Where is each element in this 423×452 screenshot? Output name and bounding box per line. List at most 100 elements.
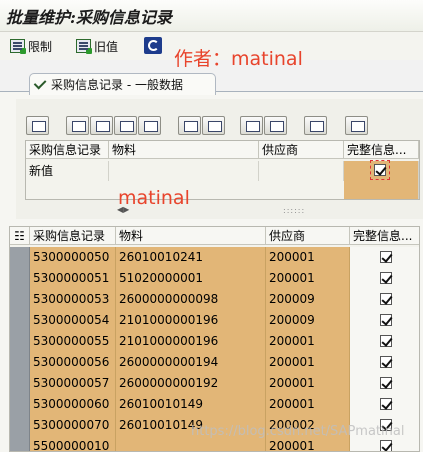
material-cell[interactable]: 26010010241 xyxy=(116,247,266,268)
new-value-grid: 采购信息记录 物料 供应商 完整信息... 新值 xyxy=(25,140,420,200)
row-selector[interactable] xyxy=(10,394,30,415)
complete-cell xyxy=(350,331,419,352)
table-row[interactable]: 5300000050 26010010241 200001 xyxy=(10,247,419,268)
row-selector[interactable] xyxy=(10,352,30,373)
row-selector[interactable] xyxy=(10,310,30,331)
new-value-vendor-cell[interactable] xyxy=(259,161,344,181)
delete-row-button[interactable] xyxy=(114,116,137,135)
complete-checkbox[interactable] xyxy=(380,377,392,389)
table-row[interactable]: 5300000053 2600000000098 200009 xyxy=(10,289,419,310)
vendor-cell[interactable]: 200009 xyxy=(266,289,350,310)
material-cell[interactable]: 26010010149 xyxy=(116,394,266,415)
vendor-cell[interactable]: 200001 xyxy=(266,268,350,289)
table-row[interactable]: 5300000054 2101000000196 200009 xyxy=(10,310,419,331)
splitter-handle[interactable]: :::::: xyxy=(283,206,305,215)
complete-cell xyxy=(350,310,419,331)
vendor-cell[interactable]: 200001 xyxy=(266,331,350,352)
record-cell[interactable]: 5300000053 xyxy=(30,289,116,310)
details-button[interactable] xyxy=(26,116,49,135)
title-bar: 批量维护:采购信息记录 xyxy=(0,0,423,32)
material-cell[interactable]: 2600000000194 xyxy=(116,352,266,373)
limit-button[interactable]: 限制 xyxy=(10,37,52,55)
select-all-button[interactable] xyxy=(178,116,201,135)
old-value-button-label: 旧值 xyxy=(94,39,119,54)
complete-checkbox[interactable] xyxy=(380,398,392,410)
new-value-record-cell: 新值 xyxy=(26,161,109,181)
vendor-cell[interactable]: 200009 xyxy=(266,310,350,331)
vendor-cell[interactable]: 200001 xyxy=(266,247,350,268)
append-row-button[interactable] xyxy=(138,116,161,135)
filter-button[interactable] xyxy=(264,116,287,135)
refresh-icon[interactable] xyxy=(144,37,162,54)
new-value-complete-checkbox[interactable] xyxy=(374,164,386,176)
record-cell[interactable]: 5500000010 xyxy=(30,436,116,451)
row-selector[interactable] xyxy=(10,331,30,352)
complete-checkbox[interactable] xyxy=(380,272,392,284)
row-selector[interactable] xyxy=(10,373,30,394)
insert-row-button[interactable] xyxy=(90,116,113,135)
row-selector[interactable] xyxy=(10,247,30,268)
complete-checkbox[interactable] xyxy=(380,440,392,451)
tab-general-data[interactable]: 采购信息记录 - 一般数据 xyxy=(29,73,216,95)
record-cell[interactable]: 5300000060 xyxy=(30,394,116,415)
sort-button[interactable] xyxy=(240,116,263,135)
table-row[interactable]: 5300000060 26010010149 200001 xyxy=(10,394,419,415)
limit-button-label: 限制 xyxy=(28,39,53,54)
complete-checkbox[interactable] xyxy=(380,335,392,347)
old-value-button[interactable]: 旧值 xyxy=(76,37,118,55)
undo-button[interactable] xyxy=(202,116,225,135)
grid-header-complete[interactable]: 完整信息... xyxy=(350,227,419,245)
tab-label: 采购信息记录 - 一般数据 xyxy=(51,78,183,92)
material-cell[interactable]: 2101000000196 xyxy=(116,331,266,352)
complete-cell xyxy=(350,352,419,373)
row-selector[interactable] xyxy=(10,289,30,310)
complete-cell xyxy=(350,268,419,289)
record-cell[interactable]: 5300000055 xyxy=(30,331,116,352)
grid-header-material[interactable]: 物料 xyxy=(116,227,266,245)
vendor-cell[interactable]: 200001 xyxy=(266,373,350,394)
material-cell[interactable]: 51020000001 xyxy=(116,268,266,289)
print-button[interactable] xyxy=(345,116,368,135)
record-cell[interactable]: 5300000057 xyxy=(30,373,116,394)
grid-header-vendor[interactable]: 供应商 xyxy=(266,227,350,245)
scroll-arrows[interactable]: ◀▶ xyxy=(117,205,129,214)
vendor-cell[interactable]: 200001 xyxy=(266,352,350,373)
record-cell[interactable]: 5300000051 xyxy=(30,268,116,289)
complete-cell xyxy=(350,373,419,394)
grid-menu-icon[interactable]: ☷ xyxy=(10,227,30,245)
url-watermark: https://blog.csdn.net/SAPmatinal xyxy=(191,424,405,439)
column-header-record[interactable]: 采购信息记录 xyxy=(26,141,109,159)
info-records-grid: ☷ 采购信息记录 物料 供应商 完整信息... 5300000050 260100… xyxy=(9,226,420,452)
complete-checkbox[interactable] xyxy=(380,251,392,263)
row-selector[interactable] xyxy=(10,268,30,289)
sum-button[interactable] xyxy=(304,116,327,135)
complete-checkbox[interactable] xyxy=(380,356,392,368)
grid-header-record[interactable]: 采购信息记录 xyxy=(30,227,116,245)
copy-row-button[interactable] xyxy=(66,116,89,135)
record-cell[interactable]: 5300000054 xyxy=(30,310,116,331)
new-value-material-cell[interactable] xyxy=(109,161,259,181)
column-header-material[interactable]: 物料 xyxy=(109,141,259,159)
record-cell[interactable]: 5300000056 xyxy=(30,352,116,373)
table-row[interactable]: 5300000056 2600000000194 200001 xyxy=(10,352,419,373)
material-cell[interactable]: 2600000000192 xyxy=(116,373,266,394)
author-watermark: 作者：matinal xyxy=(174,48,303,70)
material-cell[interactable]: 2101000000196 xyxy=(116,310,266,331)
check-icon xyxy=(33,76,47,90)
complete-checkbox[interactable] xyxy=(380,314,392,326)
row-selector[interactable] xyxy=(10,415,30,436)
table-row[interactable]: 5300000057 2600000000192 200001 xyxy=(10,373,419,394)
material-cell[interactable]: 2600000000098 xyxy=(116,289,266,310)
complete-cell xyxy=(350,247,419,268)
vendor-cell[interactable]: 200001 xyxy=(266,394,350,415)
column-header-complete[interactable]: 完整信息... xyxy=(344,141,419,159)
complete-cell xyxy=(350,394,419,415)
column-header-vendor[interactable]: 供应商 xyxy=(259,141,344,159)
record-cell[interactable]: 5300000050 xyxy=(30,247,116,268)
record-cell[interactable]: 5300000070 xyxy=(30,415,116,436)
complete-checkbox[interactable] xyxy=(380,293,392,305)
table-row[interactable]: 5300000055 2101000000196 200001 xyxy=(10,331,419,352)
table-row[interactable]: 5300000051 51020000001 200001 xyxy=(10,268,419,289)
row-selector[interactable] xyxy=(10,436,30,451)
complete-cell xyxy=(350,289,419,310)
